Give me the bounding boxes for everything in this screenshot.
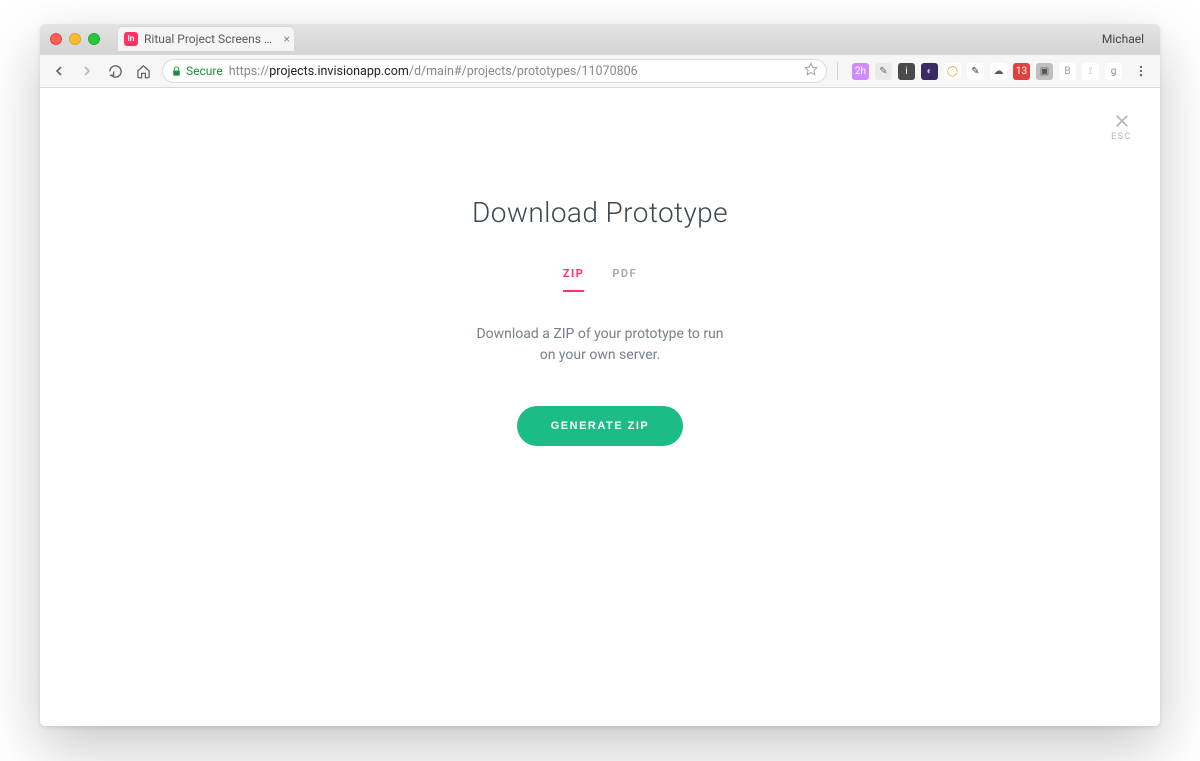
close-window-button[interactable]	[50, 33, 62, 45]
invision-favicon-icon: In	[124, 32, 138, 46]
tab-pdf[interactable]: PDF	[612, 267, 637, 290]
tab-zip[interactable]: ZIP	[563, 267, 584, 290]
maximize-window-button[interactable]	[88, 33, 100, 45]
ext-cloud[interactable]: ☁	[990, 63, 1007, 80]
lock-icon	[171, 66, 182, 77]
toolbar-divider	[837, 62, 838, 80]
tab-close-button[interactable]: ×	[284, 32, 290, 46]
home-button[interactable]	[134, 62, 152, 80]
titlebar: In Ritual Project Screens - InVisio × Mi…	[40, 24, 1160, 54]
extension-icons: 2h ✎ i ◐ ◯ ✎ ☁ 13 ▣ B ⟟ g	[848, 63, 1122, 80]
star-icon	[804, 62, 818, 76]
ext-calendar[interactable]: 13	[1013, 63, 1030, 80]
close-modal-button[interactable]: ESC	[1111, 112, 1132, 142]
browser-window: In Ritual Project Screens - InVisio × Mi…	[40, 24, 1160, 726]
window-controls	[50, 33, 100, 45]
close-icon	[1113, 112, 1131, 130]
ext-info[interactable]: i	[898, 63, 915, 80]
address-bar[interactable]: Secure https://projects.invisionapp.com/…	[162, 59, 827, 83]
generate-zip-button[interactable]: GENERATE ZIP	[517, 406, 683, 446]
reload-button[interactable]	[106, 62, 124, 80]
ext-bracket[interactable]: ⟟	[1082, 63, 1099, 80]
url-text: https://projects.invisionapp.com/d/main#…	[229, 64, 638, 79]
ext-circle[interactable]: ◯	[944, 63, 961, 80]
ext-2h[interactable]: 2h	[852, 63, 869, 80]
ext-pencil[interactable]: ✎	[967, 63, 984, 80]
close-label: ESC	[1111, 132, 1132, 142]
download-prototype-panel: Download Prototype ZIP PDF Download a ZI…	[370, 196, 830, 446]
format-tabs: ZIP PDF	[370, 267, 830, 290]
ext-save[interactable]: ▣	[1036, 63, 1053, 80]
modal-title: Download Prototype	[370, 196, 830, 229]
kebab-icon	[1134, 64, 1148, 78]
security-indicator[interactable]: Secure	[171, 64, 223, 78]
minimize-window-button[interactable]	[69, 33, 81, 45]
browser-toolbar: Secure https://projects.invisionapp.com/…	[40, 54, 1160, 88]
chrome-profile-name[interactable]: Michael	[1102, 32, 1150, 46]
tab-title: Ritual Project Screens - InVisio	[144, 32, 274, 46]
bookmark-star-button[interactable]	[804, 62, 818, 80]
back-button[interactable]	[50, 62, 68, 80]
page-content: ESC Download Prototype ZIP PDF Download …	[40, 88, 1160, 726]
ext-b[interactable]: B	[1059, 63, 1076, 80]
format-description: Download a ZIP of your prototype to run …	[470, 324, 730, 366]
ext-eyedrop[interactable]: ✎	[875, 63, 892, 80]
chrome-menu-button[interactable]	[1132, 62, 1150, 80]
forward-button[interactable]	[78, 62, 96, 80]
ext-g[interactable]: g	[1105, 63, 1122, 80]
ext-moon[interactable]: ◐	[921, 63, 938, 80]
browser-tab[interactable]: In Ritual Project Screens - InVisio ×	[118, 27, 294, 51]
security-label: Secure	[186, 64, 223, 78]
